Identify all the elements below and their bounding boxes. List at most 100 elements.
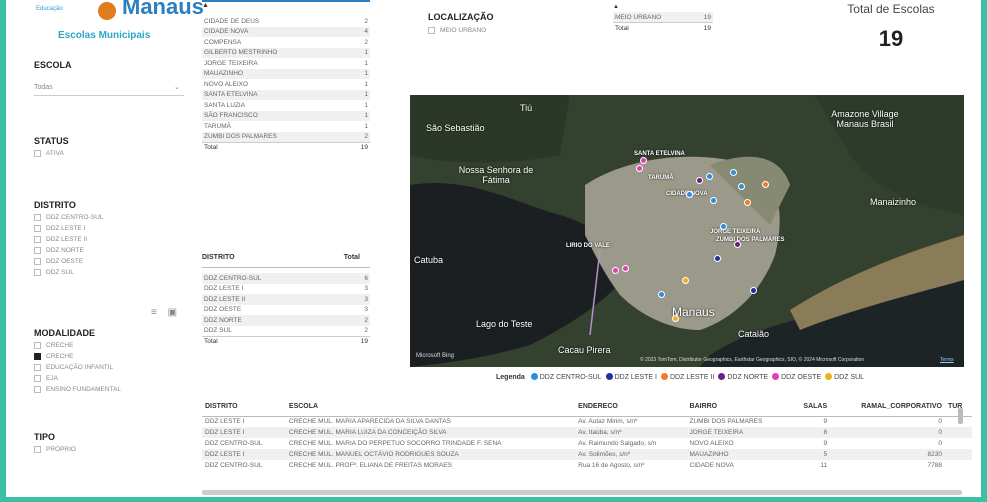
terms-link[interactable]: Terms [940, 357, 954, 363]
table-row[interactable]: DDZ CENTRO-SUL CRECHE MUL. PROFª. ELIANA … [202, 460, 972, 471]
checkbox-checked[interactable] [34, 353, 41, 360]
table-cell: CIDADE NOVA [689, 462, 734, 469]
status-slicer-list: ATIVA [34, 148, 64, 159]
table-row[interactable]: DDZ LESTE I CRECHE MUL. MANUEL OCTÁVIO RO… [202, 449, 972, 460]
table-row[interactable]: NOVO ALEIXO 1 [202, 79, 370, 90]
table-row[interactable]: JORGE TEIXEIRA 1 [202, 58, 370, 69]
table-row[interactable]: DDZ NORTE 2 [202, 315, 370, 326]
distrito-item[interactable]: DDZ CENTRO-SUL [34, 212, 103, 223]
school-pin[interactable] [706, 173, 713, 180]
column-header[interactable]: ESCOLA [285, 398, 576, 417]
school-pin[interactable] [640, 157, 647, 164]
column-header[interactable]: RAMAL_CORPORATIVO [830, 398, 945, 417]
modalidade-item[interactable]: ENSINO FUNDAMENTAL [34, 384, 121, 395]
map-visual[interactable]: São Sebastião Nossa Senhora de Fátima Ti… [410, 95, 964, 367]
table-row[interactable]: CIDADE NOVA 4 [202, 26, 370, 37]
checkbox[interactable] [34, 225, 41, 232]
table-row[interactable]: DDZ LESTE I CRECHE MUL. MARIA APARECIDA D… [202, 416, 972, 427]
school-pin[interactable] [714, 255, 721, 262]
filter-icon[interactable]: ≡ [151, 307, 157, 318]
school-pin[interactable] [710, 197, 717, 204]
schools-table: DISTRITO ESCOLA ENDERECO BAIRRO SALAS RAMAL_C… [202, 398, 972, 471]
table-row[interactable]: DDZ LESTE I 3 [202, 284, 370, 295]
checkbox[interactable] [34, 446, 41, 453]
status-item-ativa[interactable]: ATIVA [34, 148, 64, 159]
table-row[interactable]: SANTA ETELVINA 1 [202, 89, 370, 100]
column-header[interactable]: BAIRRO [686, 398, 791, 417]
school-pin[interactable] [658, 291, 665, 298]
school-pin[interactable] [734, 241, 741, 248]
school-pin[interactable] [744, 199, 751, 206]
column-header[interactable]: Total [344, 254, 360, 267]
column-header[interactable]: DISTRITO [202, 254, 235, 267]
checkbox[interactable] [34, 375, 41, 382]
checkbox[interactable] [34, 342, 41, 349]
table-row[interactable]: DDZ SUL 2 [202, 326, 370, 337]
school-pin[interactable] [738, 183, 745, 190]
table-row[interactable]: SANTA LUZIA 1 [202, 100, 370, 111]
table-row[interactable]: ZUMBI DOS PALMARES 2 [202, 131, 370, 142]
table-row[interactable]: TARUMÃ 1 [202, 121, 370, 132]
school-pin[interactable] [696, 177, 703, 184]
checkbox[interactable] [34, 150, 41, 157]
checkbox[interactable] [34, 269, 41, 276]
distrito-cell: DDZ LESTE II [202, 294, 345, 305]
table-cell: Av. Autaz Mirim, s/nº [578, 418, 638, 426]
checkbox[interactable] [34, 258, 41, 265]
legend-item-label: DDZ NORTE [727, 374, 769, 381]
school-pin[interactable] [672, 315, 679, 322]
distrito-item[interactable]: DDZ NORTE [34, 245, 103, 256]
school-pin[interactable] [622, 265, 629, 272]
total-row: Total 19 [202, 141, 370, 153]
column-header[interactable]: SALAS [790, 398, 831, 417]
distrito-item[interactable]: DDZ SUL [34, 267, 103, 278]
table-row[interactable]: SÃO FRANCISCO 1 [202, 110, 370, 121]
table-row[interactable]: MEIO URBANO 19 [613, 12, 713, 23]
checkbox[interactable] [34, 247, 41, 254]
checkbox[interactable] [34, 214, 41, 221]
vertical-scrollbar[interactable] [958, 408, 963, 424]
table-row[interactable]: COMPENSA 2 [202, 37, 370, 48]
sort-arrow-icon[interactable]: ▲ [202, 2, 370, 16]
table-row[interactable]: DDZ OESTE 3 [202, 305, 370, 316]
table-row[interactable]: GILBERTO MESTRINHO 1 [202, 47, 370, 58]
count-cell: 1 [364, 122, 368, 130]
modalidade-item[interactable]: EDUCAÇÃO INFANTIL [34, 362, 121, 373]
localizacao-item[interactable]: MEIO URBANO [428, 25, 486, 36]
table-row[interactable]: DDZ LESTE I CRECHE MUL. MARIA LUIZA DA CO… [202, 427, 972, 438]
table-row[interactable]: DDZ LESTE II 3 [202, 294, 370, 305]
school-pin[interactable] [762, 181, 769, 188]
distrito-item[interactable]: DDZ OESTE [34, 256, 103, 267]
table-row[interactable]: DDZ CENTRO-SUL 6 [202, 273, 370, 284]
school-pin[interactable] [682, 277, 689, 284]
sort-arrow-icon[interactable]: ▲ [613, 4, 713, 12]
total-row: Total 19 [202, 335, 370, 347]
school-pin[interactable] [750, 287, 757, 294]
school-pin[interactable] [636, 165, 643, 172]
distrito-item[interactable]: DDZ LESTE II [34, 234, 103, 245]
horizontal-scrollbar[interactable] [202, 490, 962, 495]
distrito-item[interactable]: DDZ LESTE I [34, 223, 103, 234]
school-pin[interactable] [730, 169, 737, 176]
count-cell: 3 [364, 285, 368, 293]
column-header[interactable]: DISTRITO [202, 398, 286, 417]
school-pin[interactable] [686, 191, 693, 198]
school-pin[interactable] [720, 223, 727, 230]
modalidade-item[interactable]: CRECHE [34, 340, 121, 351]
checkbox[interactable] [34, 364, 41, 371]
modalidade-item[interactable]: EJA [34, 373, 121, 384]
tipo-item[interactable]: PRÓPRIO [34, 444, 76, 455]
table-cell: ZUMBI DOS PALMARES [689, 418, 763, 426]
table-row[interactable]: DDZ CENTRO-SUL CRECHE MUL. MARIA DO PERPE… [202, 438, 972, 449]
checkbox[interactable] [428, 27, 435, 34]
escola-slicer-label: ESCOLA [34, 60, 72, 70]
modalidade-item-selected[interactable]: CRECHE [34, 351, 121, 362]
table-row[interactable]: CIDADE DE DEUS 2 [202, 16, 370, 27]
column-header[interactable]: ENDERECO [575, 398, 687, 417]
table-row[interactable]: MAUAZINHO 1 [202, 68, 370, 79]
escola-dropdown[interactable]: Todas ⌄ [34, 80, 184, 96]
checkbox[interactable] [34, 236, 41, 243]
school-pin[interactable] [612, 267, 619, 274]
checkbox[interactable] [34, 386, 41, 393]
focus-mode-icon[interactable]: ▣ [168, 307, 177, 318]
